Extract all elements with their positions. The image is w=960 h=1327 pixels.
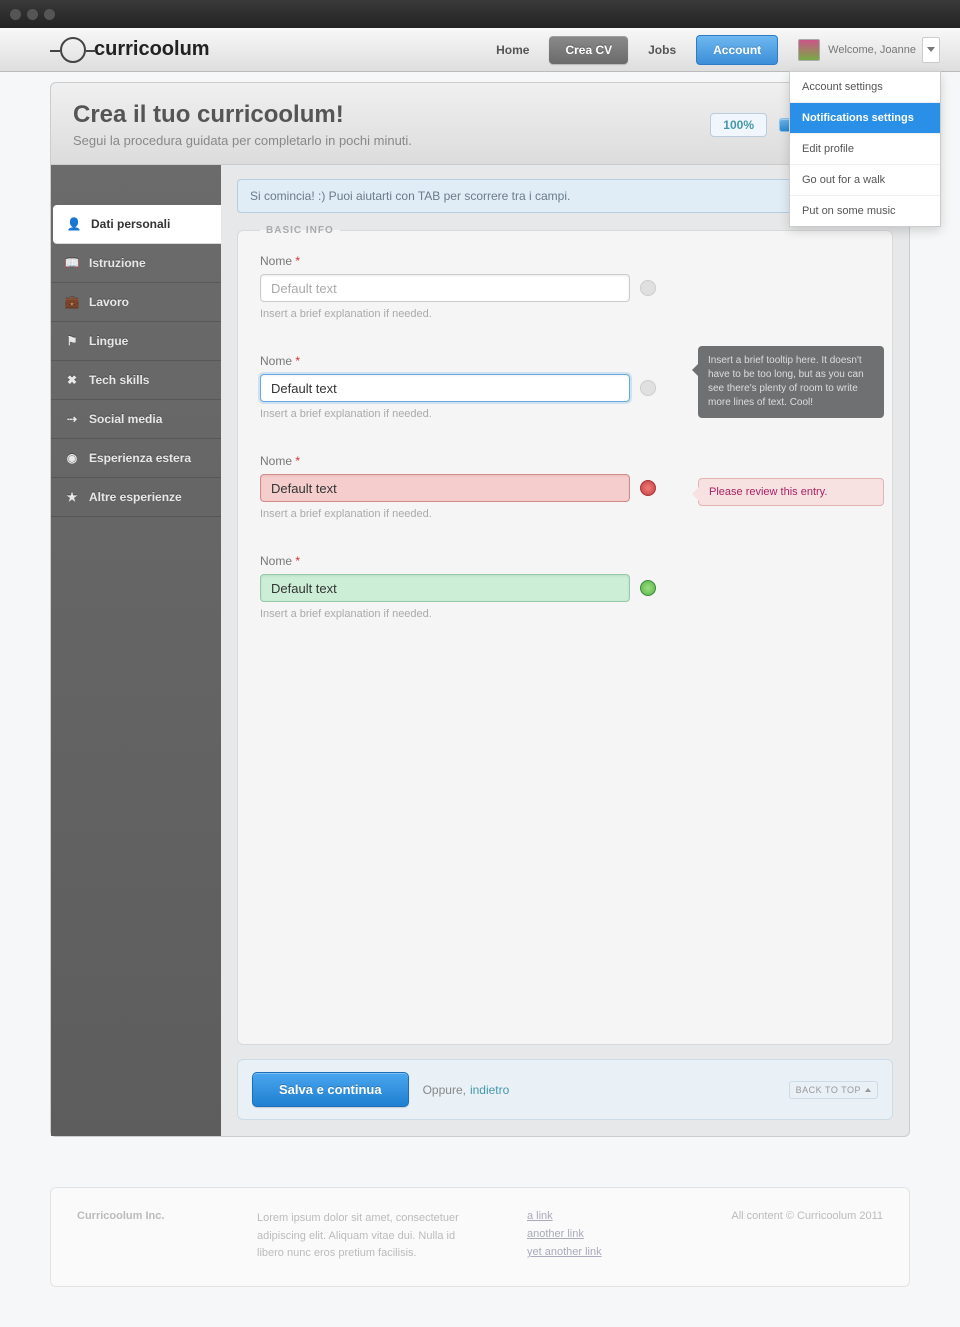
top-navigation: curricoolum Home Crea CV Jobs Account We… [0, 28, 960, 72]
form-action-bar: Salva e continua Oppure, indietro BACK T… [237, 1059, 893, 1120]
briefcase-icon: 💼 [65, 295, 79, 309]
page-header: Crea il tuo curricoolum! Segui la proced… [50, 82, 910, 165]
user-menu: Welcome, Joanne Account settings Notific… [798, 37, 940, 63]
back-to-top-button[interactable]: BACK TO TOP [789, 1081, 878, 1099]
avatar[interactable] [798, 39, 820, 61]
nome-input-error[interactable] [260, 474, 630, 502]
status-neutral-icon [640, 380, 656, 396]
nav-jobs[interactable]: Jobs [632, 36, 692, 64]
field-label: Nome * [260, 454, 870, 468]
field-label: Nome * [260, 554, 870, 568]
fieldset-legend: BASIC INFO [260, 225, 340, 236]
sidebar-item-lingue[interactable]: ⚑ Lingue [51, 322, 221, 361]
nome-input-focused[interactable] [260, 374, 630, 402]
footer-link[interactable]: another link [527, 1228, 602, 1240]
primary-nav: Home Crea CV Jobs Account [480, 35, 778, 65]
brand-logo-area[interactable]: curricoolum [60, 37, 210, 63]
star-icon: ★ [65, 490, 79, 504]
status-ok-icon [640, 580, 656, 596]
save-continue-button[interactable]: Salva e continua [252, 1072, 409, 1107]
dropdown-item-notifications[interactable]: Notifications settings [790, 103, 940, 134]
nome-input-success[interactable] [260, 574, 630, 602]
required-mark: * [295, 354, 300, 368]
sidebar-item-istruzione[interactable]: 📖 Istruzione [51, 244, 221, 283]
chevron-up-icon [865, 1088, 871, 1092]
dropdown-item-music[interactable]: Put on some music [790, 196, 940, 226]
dropdown-item-account-settings[interactable]: Account settings [790, 72, 940, 103]
basic-info-fieldset: BASIC INFO Nome * Insert a brief explana… [237, 225, 893, 1045]
field-label: Nome * [260, 254, 870, 268]
window-title-bar [0, 0, 960, 28]
footer-links: a link another link yet another link [527, 1210, 602, 1264]
sidebar-item-esperienza-estera[interactable]: ◉ Esperienza estera [51, 439, 221, 478]
wizard-sidebar: 👤 Dati personali 📖 Istruzione 💼 Lavoro ⚑ Lin… [51, 165, 221, 1136]
status-neutral-icon [640, 280, 656, 296]
sidebar-item-label: Lavoro [89, 295, 129, 309]
form-content: Si comincia! :) Puoi aiutarti con TAB pe… [221, 165, 909, 1136]
footer-company: Curricoolum Inc. [77, 1210, 197, 1264]
sidebar-item-label: Tech skills [89, 373, 149, 387]
sidebar-item-label: Esperienza estera [89, 451, 191, 465]
share-icon: ⇢ [65, 412, 79, 426]
field-nome-error: Nome * Insert a brief explanation if nee… [260, 454, 870, 520]
or-text: Oppure, [423, 1083, 466, 1097]
chevron-down-icon [927, 47, 935, 52]
page-title: Crea il tuo curricoolum! [73, 101, 412, 129]
welcome-text: Welcome, Joanne [828, 44, 916, 56]
footer-blurb: Lorem ipsum dolor sit amet, consectetuer… [257, 1210, 467, 1264]
window-close-icon[interactable] [10, 9, 21, 20]
footer-link[interactable]: a link [527, 1210, 602, 1222]
sidebar-item-tech-skills[interactable]: ✖ Tech skills [51, 361, 221, 400]
sidebar-item-altre-esperienze[interactable]: ★ Altre esperienze [51, 478, 221, 517]
footer-copyright: All content © Curricoolum 2011 [731, 1210, 883, 1264]
nav-create-cv[interactable]: Crea CV [549, 36, 628, 64]
field-hint: Insert a brief explanation if needed. [260, 608, 870, 620]
field-tooltip: Insert a brief tooltip here. It doesn't … [698, 346, 884, 418]
sidebar-item-lavoro[interactable]: 💼 Lavoro [51, 283, 221, 322]
window-min-icon[interactable] [27, 9, 38, 20]
sidebar-item-label: Altre esperienze [89, 490, 182, 504]
sidebar-item-label: Dati personali [91, 217, 170, 231]
flag-icon: ⚑ [65, 334, 79, 348]
sidebar-item-label: Istruzione [89, 256, 146, 270]
field-nome-focused: Nome * Insert a brief explanation if nee… [260, 354, 870, 420]
back-link[interactable]: indietro [470, 1083, 509, 1097]
sidebar-item-label: Lingue [89, 334, 128, 348]
field-hint: Insert a brief explanation if needed. [260, 508, 870, 520]
status-error-icon [640, 480, 656, 496]
required-mark: * [295, 454, 300, 468]
nav-account[interactable]: Account [696, 35, 778, 65]
nome-input[interactable] [260, 274, 630, 302]
field-nome-default: Nome * Insert a brief explanation if nee… [260, 254, 870, 320]
sidebar-item-dati-personali[interactable]: 👤 Dati personali [53, 205, 221, 244]
sidebar-item-label: Social media [89, 412, 162, 426]
globe-icon: ◉ [65, 451, 79, 465]
field-nome-success: Nome * Insert a brief explanation if nee… [260, 554, 870, 620]
nav-home[interactable]: Home [480, 36, 545, 64]
brand-name: curricoolum [94, 38, 210, 61]
user-icon: 👤 [67, 217, 81, 231]
window-max-icon[interactable] [44, 9, 55, 20]
required-mark: * [295, 254, 300, 268]
user-dropdown: Account settings Notifications settings … [789, 71, 941, 227]
sidebar-item-social-media[interactable]: ⇢ Social media [51, 400, 221, 439]
field-hint: Insert a brief explanation if needed. [260, 308, 870, 320]
logo-icon [60, 37, 86, 63]
dropdown-item-walk[interactable]: Go out for a walk [790, 165, 940, 196]
page-footer: Curricoolum Inc. Lorem ipsum dolor sit a… [50, 1187, 910, 1287]
user-menu-toggle[interactable] [922, 37, 940, 63]
book-icon: 📖 [65, 256, 79, 270]
progress-percent: 100% [710, 113, 767, 137]
tools-icon: ✖ [65, 373, 79, 387]
required-mark: * [295, 554, 300, 568]
error-message: Please review this entry. [698, 478, 884, 506]
page-subtitle: Segui la procedura guidata per completar… [73, 133, 412, 148]
footer-link[interactable]: yet another link [527, 1246, 602, 1258]
dropdown-item-edit-profile[interactable]: Edit profile [790, 134, 940, 165]
